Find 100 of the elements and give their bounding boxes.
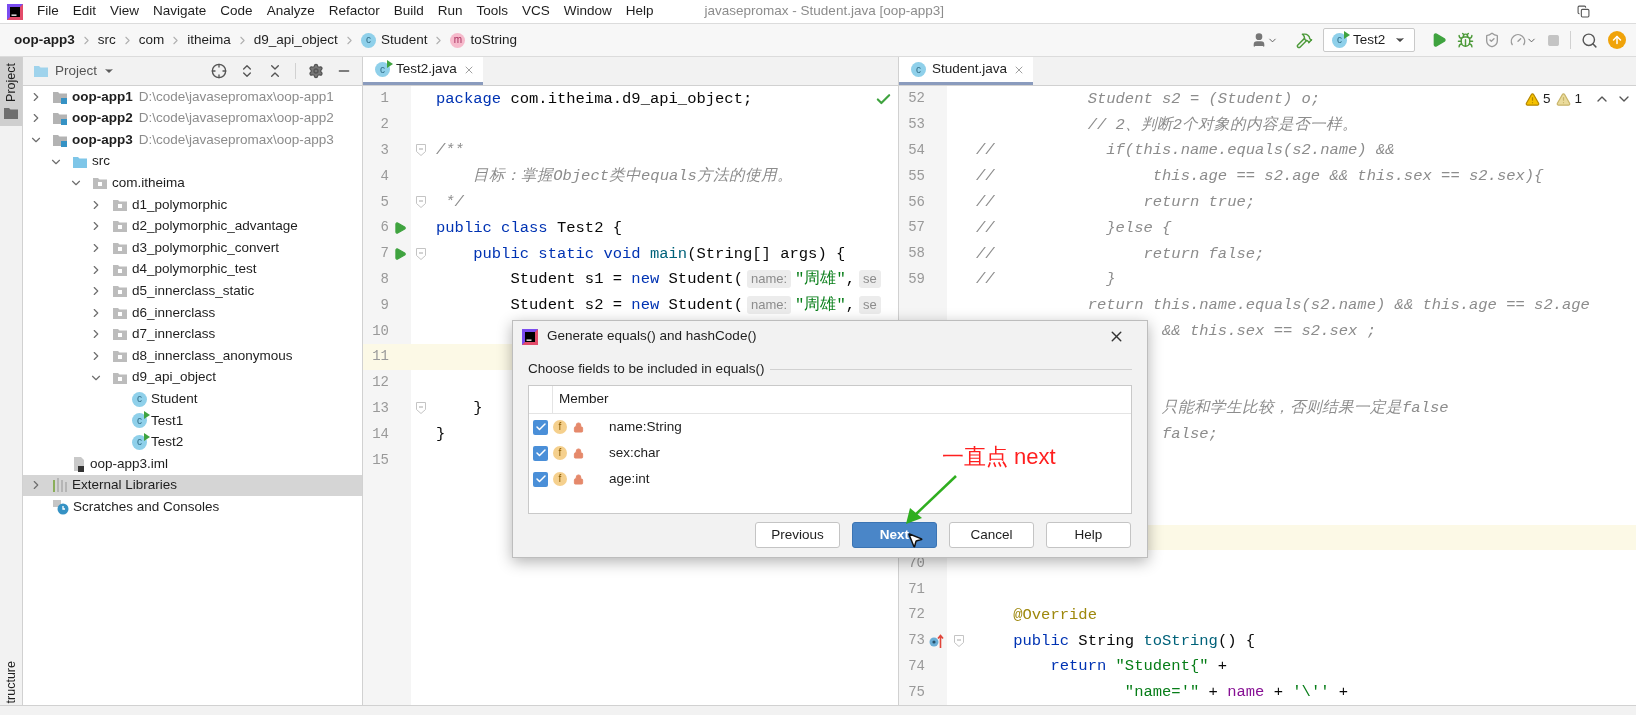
menu-item[interactable]: Navigate: [146, 0, 214, 23]
breadcrumb-item[interactable]: oop-app3: [12, 29, 77, 51]
checkbox[interactable]: [533, 445, 548, 461]
dialog-button[interactable]: Cancel: [949, 522, 1034, 548]
code-line: @Override: [1013, 604, 1097, 626]
tree-item[interactable]: External Libraries: [23, 474, 362, 497]
code-line: // this.age == s2.age && this.sex == s2.sex){: [976, 166, 1544, 188]
account-icon[interactable]: [1251, 32, 1278, 48]
tree-item[interactable]: d8_innerclass_anonymous: [23, 345, 362, 367]
override-marker-icon[interactable]: [928, 632, 944, 649]
menu-item[interactable]: VCS: [515, 0, 557, 23]
member-label[interactable]: name:String: [609, 416, 682, 438]
side-tab[interactable]: Project: [0, 57, 22, 126]
package-folder-icon: [112, 197, 128, 212]
line-number: 71: [908, 580, 925, 597]
checkbox[interactable]: [533, 419, 548, 435]
line-number: 52: [908, 90, 925, 107]
run-config-dropdown[interactable]: c Test2: [1323, 28, 1415, 52]
member-label[interactable]: age:int: [609, 468, 650, 490]
menu-item[interactable]: Run: [430, 0, 470, 23]
tree-item[interactable]: oop-app1 D:\code\javasepromax\oop-app1: [23, 86, 362, 108]
locate-icon[interactable]: [211, 63, 227, 79]
breadcrumb-item[interactable]: m toString: [448, 29, 519, 51]
tree-item[interactable]: d6_innerclass: [23, 301, 362, 324]
lock-icon: [573, 473, 584, 485]
tree-item[interactable]: d9_api_object: [23, 366, 362, 389]
line-number: 59: [908, 270, 925, 287]
tree-item[interactable]: src: [23, 150, 362, 173]
module-path: D:\code\javasepromax\oop-app1: [138, 87, 334, 106]
tree-item[interactable]: oop-app3 D:\code\javasepromax\oop-app3: [23, 129, 362, 151]
restore-window-icon[interactable]: [1577, 5, 1590, 18]
tree-item[interactable]: oop-app2 D:\code\javasepromax\oop-app2: [23, 107, 362, 130]
package-folder-icon: [112, 305, 128, 320]
run-icon[interactable]: [1431, 32, 1447, 48]
breadcrumb-item[interactable]: d9_api_object: [251, 29, 340, 51]
editor-tab[interactable]: c Student.java: [899, 57, 1034, 85]
scratches-icon: [52, 499, 69, 516]
checkbox[interactable]: [533, 471, 548, 487]
breadcrumb-item[interactable]: com: [136, 29, 167, 51]
side-tab[interactable]: tructure: [0, 658, 22, 705]
tree-item[interactable]: oop-app3.iml: [23, 453, 362, 475]
line-number: 13: [372, 399, 389, 416]
coverage-icon[interactable]: [1484, 32, 1500, 48]
line-number: 11: [372, 348, 389, 365]
weak-warning-count[interactable]: 1: [1556, 89, 1582, 110]
code-line: Student s1 = new Student( name: "周雄", se: [510, 268, 885, 291]
profile-icon[interactable]: [1510, 32, 1537, 48]
menu-item[interactable]: Edit: [65, 0, 104, 23]
dialog-button[interactable]: Next: [852, 522, 937, 548]
menu-item[interactable]: Window: [556, 0, 619, 23]
tree-item[interactable]: com.itheima: [23, 172, 362, 194]
menu-item[interactable]: Analyze: [259, 0, 322, 23]
settings-icon[interactable]: [308, 63, 324, 79]
menu-item[interactable]: Build: [386, 0, 431, 23]
line-number: 2: [380, 116, 389, 133]
code-line: 目标：掌握Object类中equals方法的使用。: [473, 166, 793, 188]
tree-item[interactable]: c Test2: [23, 431, 362, 454]
menu-item[interactable]: View: [103, 0, 147, 23]
line-number: 9: [380, 296, 389, 313]
tree-item[interactable]: d2_polymorphic_advantage: [23, 215, 362, 238]
breadcrumb-item[interactable]: c Student: [358, 29, 430, 51]
menu-item[interactable]: Refactor: [321, 0, 387, 23]
tree-item[interactable]: d1_polymorphic: [23, 193, 362, 216]
annotation-text: 一直点 next: [942, 444, 1056, 470]
editor-tab[interactable]: c Test2.java: [363, 57, 483, 85]
build-icon[interactable]: [1296, 31, 1313, 49]
member-label[interactable]: sex:char: [609, 442, 661, 464]
class-icon: c: [1332, 32, 1347, 48]
code-line: Student s2 = (Student) o;: [1087, 88, 1321, 110]
panel-title-dropdown[interactable]: Project: [33, 60, 116, 82]
tree-item[interactable]: d3_polymorphic_convert: [23, 237, 362, 259]
folder-icon: [72, 154, 88, 169]
breadcrumb-item[interactable]: itheima: [185, 29, 233, 51]
dialog-button[interactable]: Help: [1046, 522, 1131, 548]
code-line: /**: [436, 140, 464, 162]
line-number: 5: [380, 193, 389, 210]
window-title: javasepromax - Student.java [oop-app3]: [704, 2, 944, 21]
warning-count[interactable]: 5: [1524, 89, 1551, 110]
run-icon[interactable]: [393, 220, 407, 235]
package-folder-icon: [112, 348, 128, 363]
menu-item[interactable]: Tools: [469, 0, 515, 23]
menu-item[interactable]: File: [30, 0, 66, 23]
tree-item[interactable]: d5_innerclass_static: [23, 280, 362, 302]
line-number: 74: [908, 657, 925, 674]
dialog-button[interactable]: Previous: [755, 522, 840, 548]
tree-item[interactable]: d4_polymorphic_test: [23, 258, 362, 281]
menu-item[interactable]: Help: [618, 0, 661, 23]
debug-icon[interactable]: [1457, 31, 1474, 49]
tree-item[interactable]: Scratches and Consoles: [23, 496, 362, 518]
tree-item[interactable]: c Test1: [23, 409, 362, 432]
menu-item[interactable]: Code: [213, 0, 260, 23]
tree-item[interactable]: d7_innerclass: [23, 323, 362, 346]
library-icon: [52, 478, 68, 493]
tree-item[interactable]: c Student: [23, 388, 362, 410]
code-line: // 2、判断2个对象的内容是否一样。: [1087, 114, 1359, 136]
breadcrumb-item[interactable]: src: [95, 29, 118, 51]
run-icon[interactable]: [393, 246, 407, 261]
code-line: public static void main(String[] args) {: [473, 243, 846, 265]
package-folder-icon: [112, 284, 128, 299]
search-icon[interactable]: [1581, 31, 1598, 49]
